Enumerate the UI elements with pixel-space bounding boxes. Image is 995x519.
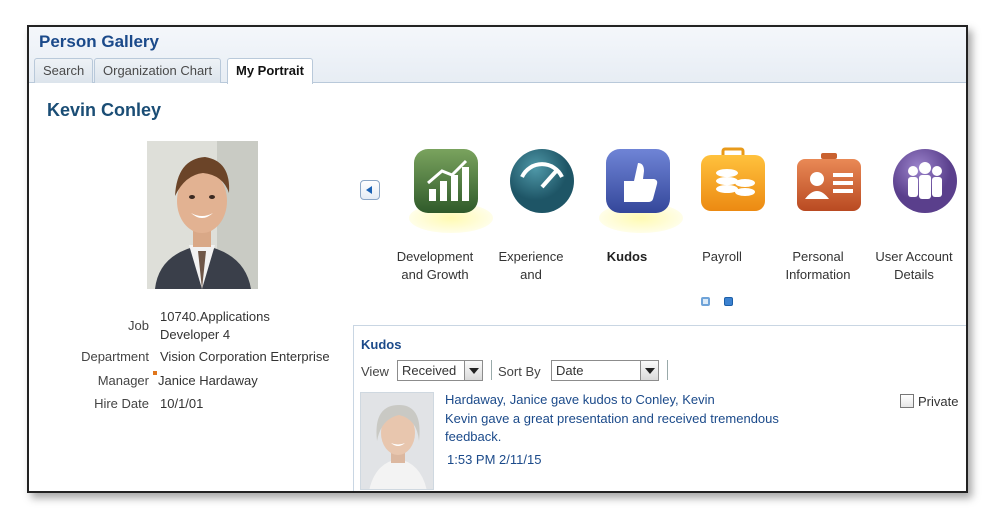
person-name: Kevin Conley bbox=[47, 100, 162, 120]
app-label-experience[interactable]: Experience and bbox=[483, 248, 579, 284]
manager-value[interactable]: Janice Hardaway bbox=[158, 373, 258, 388]
hire-date-label: Hire Date bbox=[94, 396, 149, 411]
header-bar: Person Gallery Search Organization Chart… bbox=[29, 27, 966, 84]
carousel-previous-button[interactable] bbox=[360, 180, 380, 200]
sort-select-value: Date bbox=[556, 363, 584, 378]
job-value-line2: Developer 4 bbox=[160, 327, 231, 342]
kudos-message: Kevin gave a great presentation and rece… bbox=[445, 411, 779, 444]
app-label-line1: Experience bbox=[498, 249, 564, 264]
sort-by-label: Sort By bbox=[498, 364, 541, 379]
app-label-line1: Development bbox=[396, 249, 474, 264]
app-label-kudos[interactable]: Kudos bbox=[579, 248, 675, 266]
giver-avatar bbox=[360, 392, 434, 490]
app-label-personal-information[interactable]: Personal Information bbox=[770, 248, 866, 284]
app-label-line2: Information bbox=[785, 267, 851, 282]
chevron-down-icon[interactable] bbox=[464, 361, 482, 380]
app-label-line2: and bbox=[520, 267, 542, 282]
app-label-line2: Details bbox=[894, 267, 934, 282]
kudos-tile[interactable] bbox=[604, 147, 674, 219]
app-label-payroll[interactable]: Payroll bbox=[674, 248, 770, 266]
private-label: Private bbox=[918, 394, 959, 409]
job-value-line1: 10740.Applications bbox=[160, 309, 270, 324]
app-title: Person Gallery bbox=[39, 32, 160, 51]
department-label: Department bbox=[81, 349, 149, 364]
manager-indicator bbox=[153, 371, 157, 375]
app-label-line1: Kudos bbox=[606, 249, 648, 264]
person-gallery-window: Person Gallery Search Organization Chart… bbox=[27, 25, 968, 493]
thumbs-up-icon bbox=[606, 149, 670, 213]
app-label-development[interactable]: Development and Growth bbox=[387, 248, 483, 284]
kudos-panel: Kudos View Received Sort By Date Hardawa… bbox=[353, 325, 966, 491]
pager-dot-1[interactable] bbox=[701, 297, 710, 306]
pager-dot-2[interactable] bbox=[724, 297, 733, 306]
divider bbox=[667, 360, 668, 380]
divider bbox=[491, 360, 492, 380]
sort-select[interactable]: Date bbox=[551, 360, 659, 381]
job-label: Job bbox=[128, 318, 149, 333]
view-select[interactable]: Received bbox=[397, 360, 483, 381]
profile-photo bbox=[147, 141, 258, 289]
manager-label: Manager bbox=[97, 373, 149, 388]
app-label-line2: and Growth bbox=[401, 267, 469, 282]
app-label-line1: Personal bbox=[792, 249, 844, 264]
private-checkbox[interactable] bbox=[900, 394, 914, 408]
department-value: Vision Corporation Enterprise bbox=[160, 349, 330, 364]
view-label: View bbox=[361, 364, 389, 379]
kudos-timestamp: 1:53 PM 2/11/15 bbox=[447, 452, 542, 467]
hire-date-value: 10/1/01 bbox=[160, 396, 204, 411]
user-account-tile[interactable] bbox=[891, 147, 961, 219]
tab-my-portrait[interactable]: My Portrait bbox=[227, 58, 313, 84]
app-label-user-account[interactable]: User Account Details bbox=[866, 248, 962, 284]
development-growth-tile[interactable] bbox=[412, 147, 482, 219]
people-icon bbox=[893, 149, 957, 213]
experience-tile[interactable] bbox=[508, 147, 578, 219]
coins-briefcase-icon bbox=[701, 147, 765, 211]
gauge-icon bbox=[510, 149, 574, 213]
tab-organization-chart[interactable]: Organization Chart bbox=[94, 58, 222, 83]
chevron-down-icon[interactable] bbox=[640, 361, 658, 380]
app-label-line1: User Account bbox=[875, 249, 953, 264]
payroll-tile[interactable] bbox=[699, 147, 769, 219]
tab-search[interactable]: Search bbox=[34, 58, 94, 83]
chart-icon bbox=[414, 149, 478, 213]
personal-information-tile[interactable] bbox=[795, 147, 865, 219]
view-select-value: Received bbox=[402, 363, 457, 378]
kudos-title: Kudos bbox=[361, 337, 402, 352]
kudos-headline[interactable]: Hardaway, Janice gave kudos to Conley, K… bbox=[445, 392, 715, 407]
id-badge-icon bbox=[797, 153, 861, 211]
app-label-line1: Payroll bbox=[702, 249, 742, 264]
